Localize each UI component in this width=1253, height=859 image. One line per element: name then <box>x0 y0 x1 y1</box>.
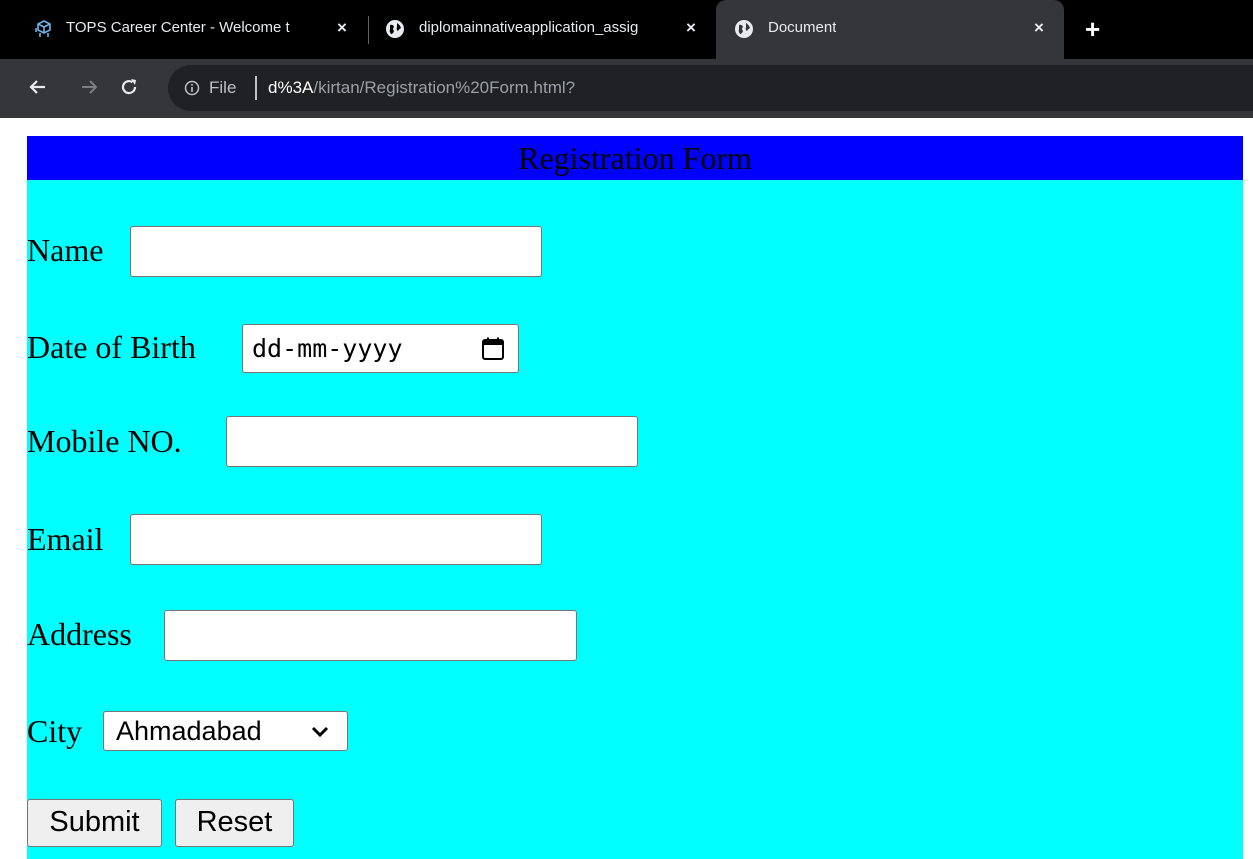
registration-form-page: Registration Form Name Date of Birth dd-… <box>27 136 1243 859</box>
info-icon[interactable] <box>184 80 200 101</box>
close-tab-icon[interactable]: × <box>686 18 696 38</box>
dob-date-input[interactable]: dd-mm-yyyy <box>242 324 519 373</box>
forward-arrow-icon <box>82 80 98 94</box>
chevron-down-icon <box>310 724 330 745</box>
page-top-margin <box>0 118 1253 136</box>
name-input[interactable] <box>130 226 542 277</box>
tab-document-active[interactable]: Document × <box>716 0 1064 59</box>
forward-button[interactable] <box>74 72 104 102</box>
url-text[interactable]: d%3A/kirtan/Registration%20Form.html? <box>268 78 575 98</box>
form-title: Registration Form <box>27 136 1243 180</box>
tab-title: TOPS Career Center - Welcome t <box>66 19 290 36</box>
back-arrow-icon <box>29 80 45 94</box>
globe-icon <box>385 19 405 43</box>
address-input[interactable] <box>164 610 577 661</box>
city-label: City <box>27 713 83 749</box>
back-button[interactable] <box>23 72 53 102</box>
email-input[interactable] <box>130 514 542 565</box>
globe-icon <box>734 19 754 43</box>
mobile-label: Mobile NO. <box>27 423 182 459</box>
new-tab-button[interactable]: + <box>1085 14 1100 45</box>
close-tab-icon[interactable]: × <box>337 18 347 38</box>
dob-label: Date of Birth <box>27 329 196 365</box>
tab-diploma-assignment[interactable]: diplomainnativeapplication_assig × <box>370 0 714 59</box>
url-host: d%3A <box>268 78 314 97</box>
address-bar[interactable]: File d%3A/kirtan/Registration%20Form.htm… <box>168 65 1253 111</box>
tab-strip: TOPS Career Center - Welcome t × diploma… <box>0 0 1253 59</box>
address-label: Address <box>27 616 132 652</box>
submit-button[interactable]: Submit <box>27 799 162 847</box>
tops-logo-icon <box>34 19 54 43</box>
tab-title: diplomainnativeapplication_assig <box>419 19 639 36</box>
reset-button[interactable]: Reset <box>175 799 294 847</box>
mobile-input[interactable] <box>226 416 638 467</box>
calendar-icon[interactable] <box>481 337 505 366</box>
tab-tops-career-center[interactable]: TOPS Career Center - Welcome t × <box>0 0 368 59</box>
reload-icon <box>121 79 137 95</box>
date-placeholder: dd-mm-yyyy <box>252 334 403 363</box>
name-label: Name <box>27 232 104 268</box>
city-selected-value: Ahmadabad <box>116 716 262 746</box>
city-select[interactable]: Ahmadabad <box>103 711 348 751</box>
browser-toolbar: File d%3A/kirtan/Registration%20Form.htm… <box>0 59 1253 118</box>
close-tab-icon[interactable]: × <box>1034 18 1044 38</box>
divider <box>255 76 257 100</box>
reload-button[interactable] <box>114 72 144 102</box>
email-label: Email <box>27 521 104 557</box>
url-path: /kirtan/Registration%20Form.html? <box>313 78 576 97</box>
file-scheme-label: File <box>209 78 237 97</box>
tab-divider <box>368 16 369 44</box>
tab-title: Document <box>768 19 837 36</box>
